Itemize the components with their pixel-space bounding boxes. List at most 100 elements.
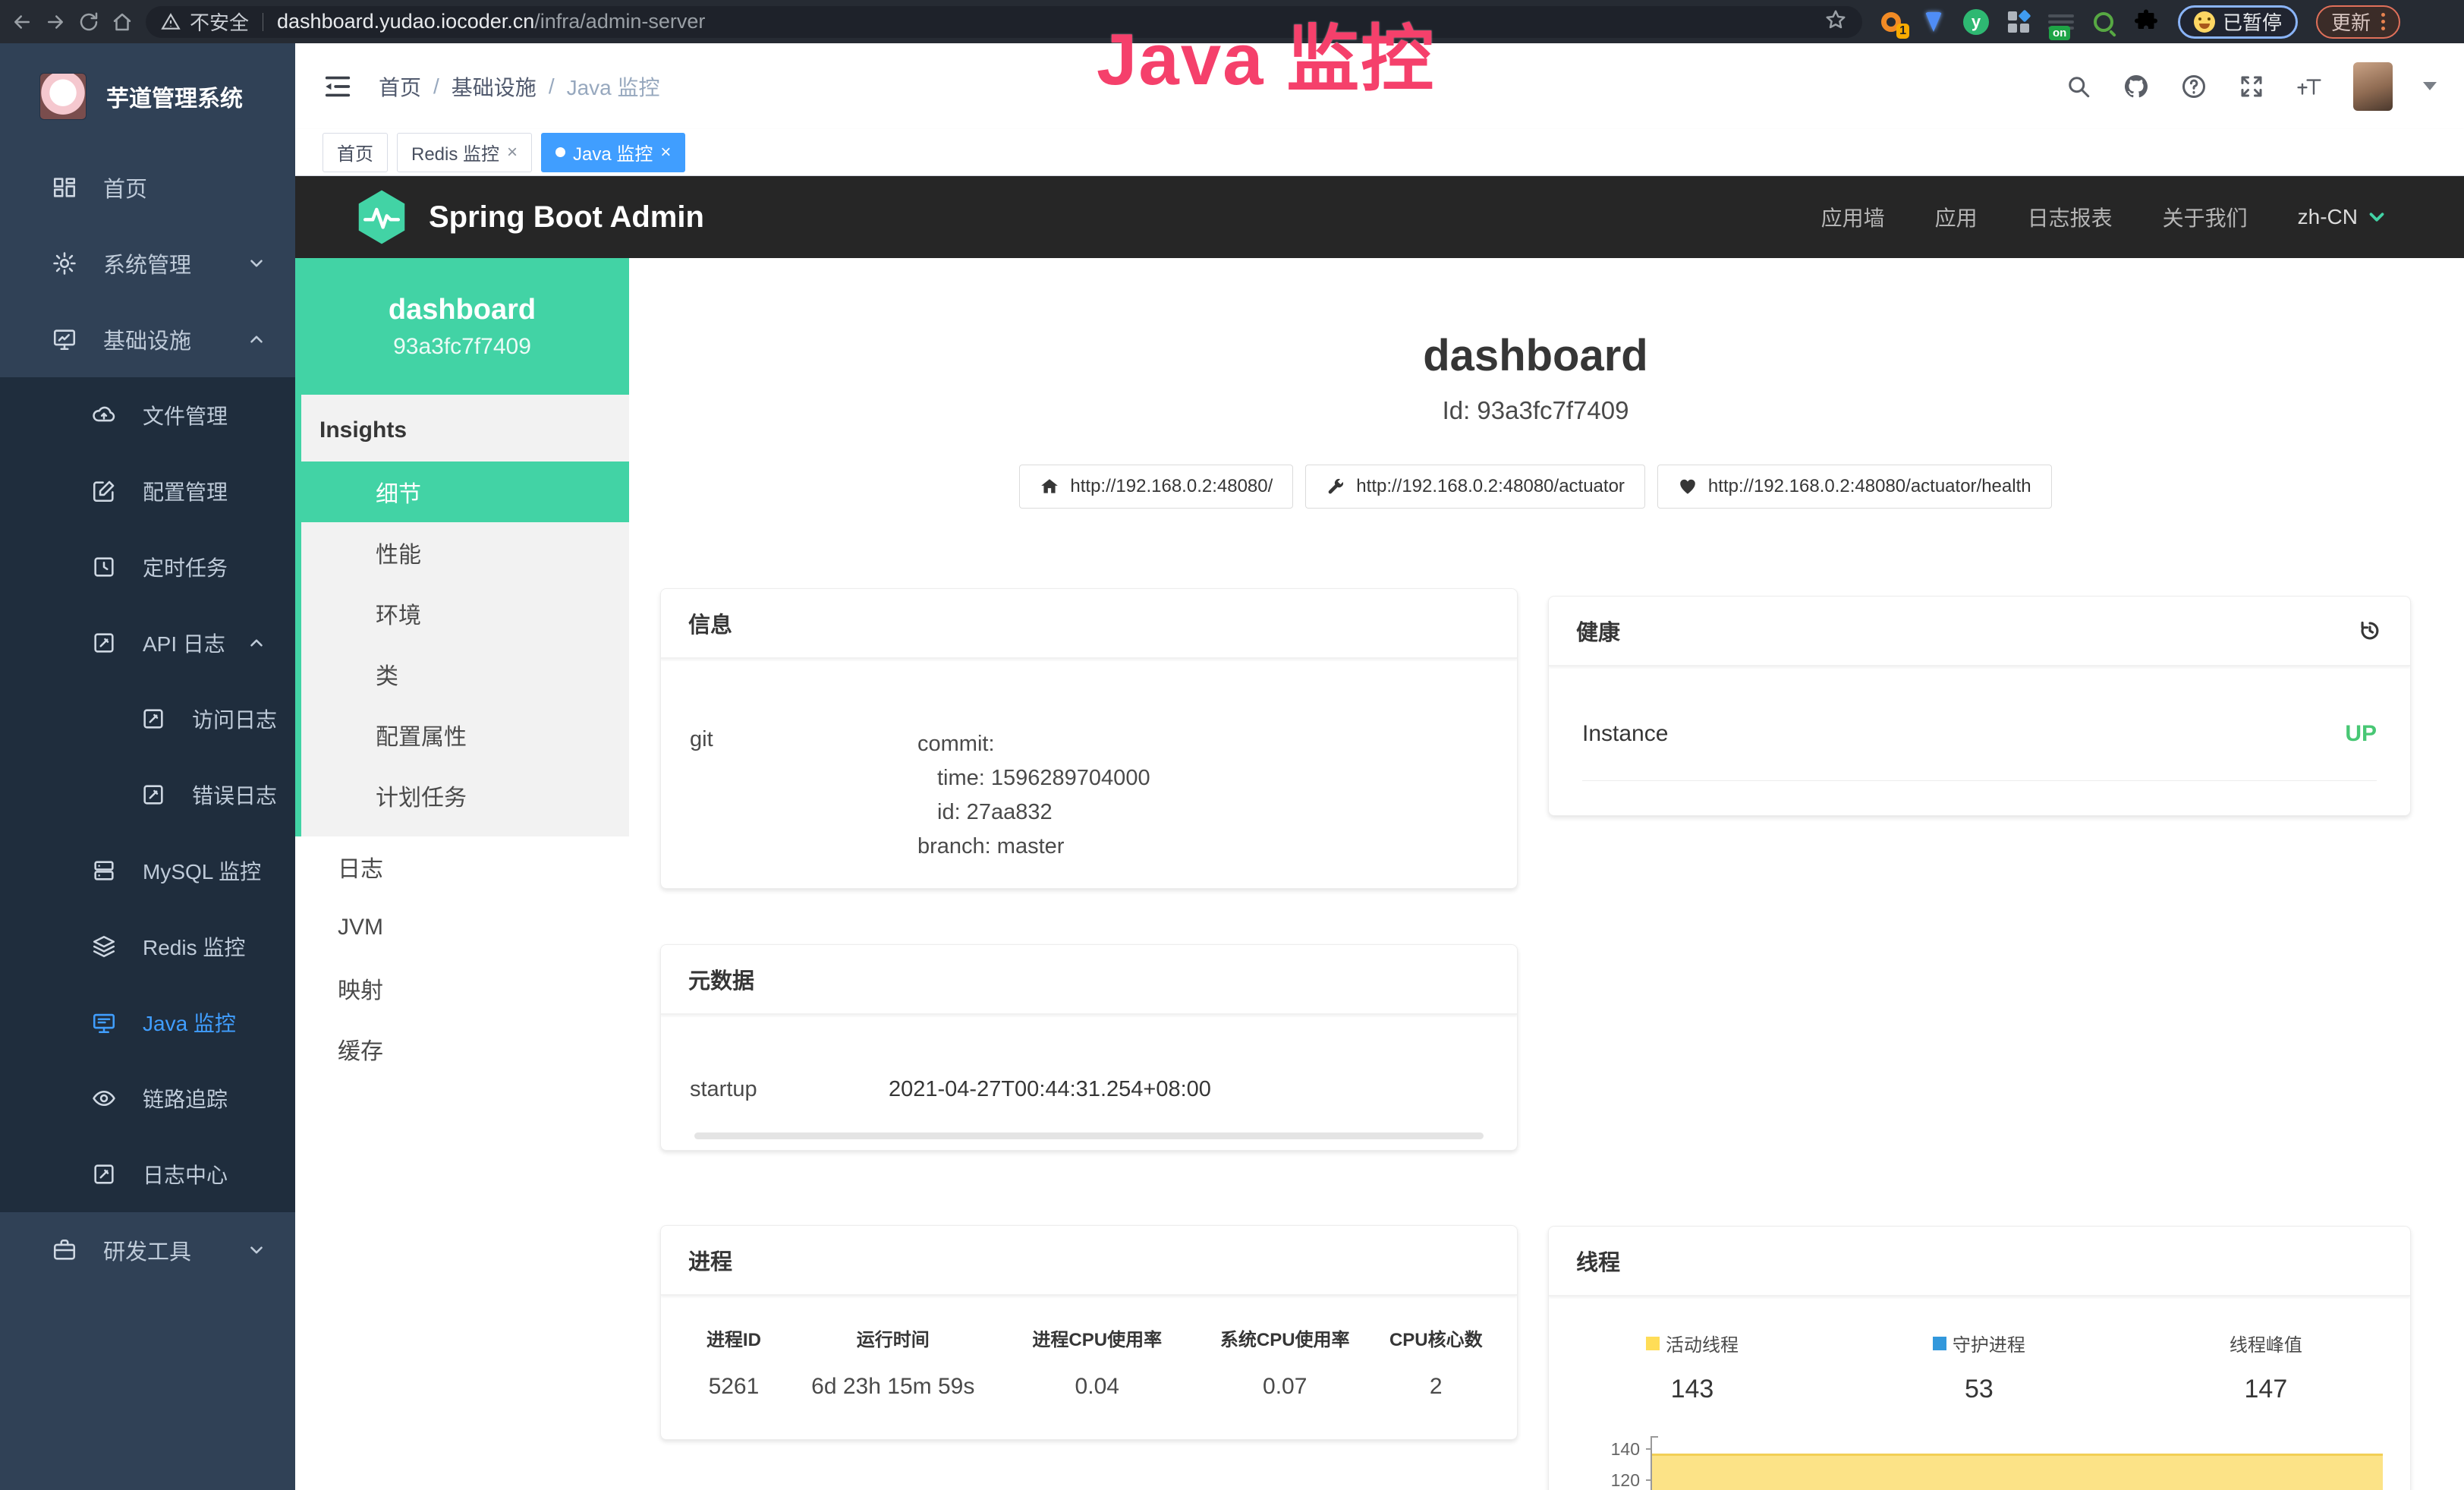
horizontal-scrollbar[interactable] [694,1132,1484,1139]
health-card-header: 健康 [1549,597,2410,666]
extension-magnifier-icon[interactable] [2090,8,2117,36]
chevron-down-icon [2365,206,2388,228]
main-column: 首页 / 基础设施 / Java 监控 [295,43,2464,1490]
active-tab-dot [555,147,565,157]
stat-live-threads: 活动线程 143 [1549,1330,1836,1404]
health-instance-row: Instance UP [1582,721,2377,781]
browser-update-button[interactable]: 更新 [2316,5,2400,39]
process-table-values: 5261 6d 23h 15m 59s 0.04 0.07 2 [681,1374,1497,1400]
sba-menu-details[interactable]: 细节 [295,461,629,522]
avatar[interactable] [2353,62,2393,111]
app-title: 芋道管理系统 [106,80,243,113]
sba-menu-scheduled-tasks[interactable]: 计划任务 [301,765,629,826]
sba-menu-environment[interactable]: 环境 [301,583,629,644]
bookmark-star-icon[interactable] [1824,8,1847,35]
profile-paused-chip[interactable]: 已暂停 [2178,5,2298,39]
sba-menu-caches[interactable]: 缓存 [295,1019,629,1079]
sidebar-item-redis-monitor[interactable]: Redis 监控 [0,909,295,984]
sba-nav: 应用墙 应用 日志报表 关于我们 zh-CN [1821,202,2388,232]
sidebar-item-api-logs[interactable]: API 日志 [0,605,295,681]
sba-nav-applications[interactable]: 应用 [1935,202,1978,232]
sidebar-item-home[interactable]: 首页 [0,150,295,225]
sidebar-item-java-monitor[interactable]: Java 监控 [0,984,295,1060]
extension-pin-icon[interactable] [1920,8,1947,36]
extension-puzzle-icon[interactable] [2132,8,2160,36]
browser-nav-buttons [11,11,134,33]
threads-area-chart: 140 120 100 [1597,1436,2383,1490]
sba-menu-jvm[interactable]: JVM [295,897,629,958]
app-logo [39,73,87,120]
sidebar-item-system-mgmt[interactable]: 系统管理 [0,225,295,301]
app: 芋道管理系统 首页 系统管理 基础设施 文件管理 [0,43,2464,1490]
profile-emoji-icon [2194,11,2215,33]
server-icon [91,858,117,884]
sba-instance-block[interactable]: dashboard 93a3fc7f7409 [295,258,629,395]
sba-nav-journal[interactable]: 日志报表 [2028,202,2113,232]
sidebar-item-access-logs[interactable]: 访问日志 [0,681,295,757]
tab-redis-monitor[interactable]: Redis 监控 × [397,133,532,172]
sidebar-item-scheduled-jobs[interactable]: 定时任务 [0,529,295,605]
close-icon[interactable]: × [660,142,671,163]
chart-plot-area [1651,1436,2383,1490]
sba-menu-config-props[interactable]: 配置属性 [301,704,629,765]
search-icon[interactable] [2065,73,2092,100]
close-icon[interactable]: × [507,142,518,163]
sidebar-item-log-center[interactable]: 日志中心 [0,1136,295,1212]
actuator-url-button[interactable]: http://192.168.0.2:48080/actuator [1305,465,1645,509]
sidebar-toggle-icon[interactable] [323,73,353,100]
back-icon[interactable] [11,11,33,33]
tab-home[interactable]: 首页 [323,133,388,172]
header-actions [2065,62,2437,111]
history-icon[interactable] [2357,618,2383,644]
url-bar[interactable]: 不安全 dashboard.yudao.iocoder.cn/infra/adm… [146,6,1862,38]
sidebar-item-file-mgmt[interactable]: 文件管理 [0,377,295,453]
extension-grid-icon[interactable] [2005,8,2032,36]
tab-bar: 首页 Redis 监控 × Java 监控 × [295,129,2464,176]
sba-language-select[interactable]: zh-CN [2298,205,2388,229]
sba-body: dashboard 93a3fc7f7409 Insights 细节 性能 环境… [295,258,2464,1490]
browser-toolbar: 不安全 dashboard.yudao.iocoder.cn/infra/adm… [0,0,2464,43]
sidebar-item-mysql-monitor[interactable]: MySQL 监控 [0,833,295,909]
browser-extensions: 1 y on [1877,8,2160,36]
extension-y-icon[interactable]: y [1962,8,1990,36]
home-icon[interactable] [111,11,134,33]
fullscreen-icon[interactable] [2238,73,2265,100]
sidebar-item-config-mgmt[interactable]: 配置管理 [0,453,295,529]
sidebar-item-tracing[interactable]: 链路追踪 [0,1060,295,1136]
log-edit-icon [140,782,166,808]
extension-on-icon[interactable]: on [2047,8,2075,36]
eye-icon [91,1085,117,1111]
tab-java-monitor[interactable]: Java 监控 × [541,133,685,172]
sba-nav-about[interactable]: 关于我们 [2163,202,2248,232]
forward-icon[interactable] [44,11,67,33]
extension-orange-icon[interactable]: 1 [1877,8,1905,36]
github-icon[interactable] [2123,73,2150,100]
sba-menu-classes[interactable]: 类 [301,644,629,704]
sidebar-item-error-logs[interactable]: 错误日志 [0,757,295,833]
font-size-icon[interactable] [2296,73,2323,100]
info-card: 信息 git commit: time: 1596289704000 id: 2… [660,588,1518,889]
sba-sidebar: dashboard 93a3fc7f7409 Insights 细节 性能 环境… [295,258,629,1490]
service-url-button[interactable]: http://192.168.0.2:48080/ [1019,465,1293,509]
monitor-icon [52,326,77,352]
info-row-label: git [690,727,917,864]
process-card-header: 进程 [661,1226,1517,1296]
sba-brand-title[interactable]: Spring Boot Admin [429,200,704,235]
metadata-card-header: 元数据 [661,945,1517,1015]
sba-menu-mappings[interactable]: 映射 [295,958,629,1019]
sidebar-item-infrastructure[interactable]: 基础设施 [0,301,295,377]
help-icon[interactable] [2180,73,2208,100]
sba-nav-wallboard[interactable]: 应用墙 [1821,202,1885,232]
user-menu-caret-icon[interactable] [2423,82,2437,90]
breadcrumb-home[interactable]: 首页 [379,71,421,102]
browser-menu-icon[interactable] [2381,13,2385,30]
sba-main: dashboard Id: 93a3fc7f7409 http://192.16… [629,258,2464,1490]
reload-icon[interactable] [77,11,100,33]
sidebar-item-dev-tools[interactable]: 研发工具 [0,1212,295,1288]
log-edit-icon [91,630,117,656]
health-url-button[interactable]: http://192.168.0.2:48080/actuator/health [1657,465,2052,509]
breadcrumb-infrastructure[interactable]: 基础设施 [452,71,537,102]
sba-menu-logs[interactable]: 日志 [295,836,629,897]
home-icon [1040,477,1059,496]
sba-menu-metrics[interactable]: 性能 [301,522,629,583]
